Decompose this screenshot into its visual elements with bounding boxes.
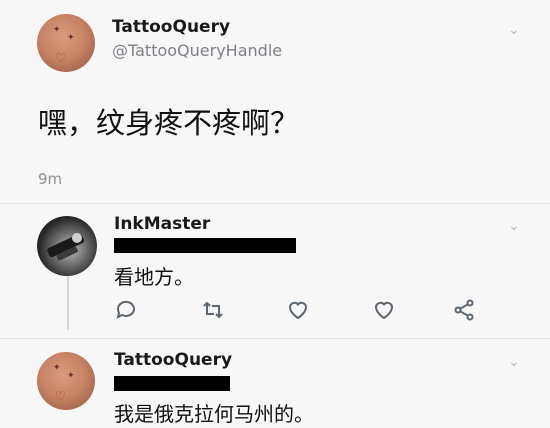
redacted-handle bbox=[114, 376, 230, 391]
share-icon[interactable] bbox=[452, 298, 476, 322]
tweet-text: 嘿，纹身疼不疼啊？ bbox=[38, 106, 300, 140]
like-icon[interactable] bbox=[372, 298, 396, 322]
reply-text: 看地方。 bbox=[114, 265, 194, 289]
reply-text: 我是俄克拉何马州的。 bbox=[114, 402, 314, 426]
chevron-down-icon[interactable]: ⌄ bbox=[508, 22, 520, 38]
chevron-down-icon[interactable]: ⌄ bbox=[508, 218, 520, 234]
tattoo-star-icon: ✦ bbox=[67, 33, 75, 43]
divider bbox=[0, 338, 550, 339]
tattoo-heart-icon: ♡ bbox=[55, 389, 66, 403]
avatar[interactable] bbox=[37, 216, 97, 276]
divider bbox=[0, 203, 550, 204]
chevron-down-icon[interactable]: ⌄ bbox=[508, 354, 520, 370]
tattoo-star-icon: ✦ bbox=[53, 363, 61, 373]
author-name[interactable]: InkMaster bbox=[114, 214, 210, 234]
retweet-icon[interactable] bbox=[201, 298, 225, 322]
tweet-timestamp[interactable]: 9m bbox=[38, 170, 62, 188]
thread-connector bbox=[67, 270, 69, 330]
avatar[interactable]: ✦ ✦ ♡ bbox=[37, 14, 95, 72]
author-name[interactable]: TattooQuery bbox=[114, 350, 232, 370]
tattoo-star-icon: ✦ bbox=[67, 371, 75, 381]
reply-icon[interactable] bbox=[114, 298, 138, 322]
avatar[interactable]: ✦ ✦ ♡ bbox=[37, 352, 95, 410]
tattoo-star-icon: ✦ bbox=[53, 25, 61, 35]
redacted-handle bbox=[114, 238, 296, 253]
tweet-actions bbox=[114, 298, 484, 324]
author-name[interactable]: TattooQuery bbox=[112, 17, 230, 37]
author-handle[interactable]: @TattooQueryHandle bbox=[112, 41, 282, 60]
tattoo-heart-icon: ♡ bbox=[55, 51, 66, 65]
like-icon[interactable] bbox=[286, 298, 310, 322]
tattoo-machine-icon bbox=[47, 233, 85, 261]
